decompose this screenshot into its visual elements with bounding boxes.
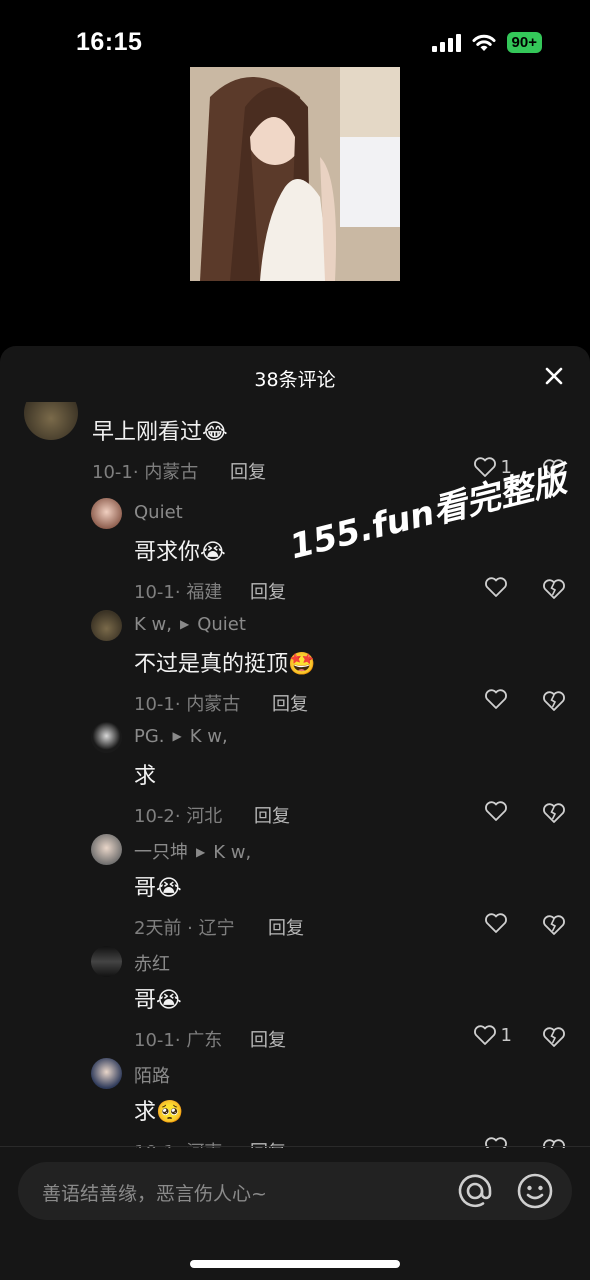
comment-reply-item: 一只坤 ▶ K w, 哥😭 2天前 · 辽宁 回复 — [0, 834, 590, 946]
reply-button[interactable]: 回复 — [272, 690, 308, 716]
heart-icon — [473, 1025, 496, 1045]
avatar[interactable] — [24, 402, 78, 440]
like-button[interactable] — [484, 912, 512, 934]
comment-username[interactable]: K w, ▶ Quiet — [134, 614, 246, 635]
reply-button[interactable]: 回复 — [230, 458, 266, 484]
comment-reply-item: PG. ▶ K w, 求 10-2· 河北 回复 — [0, 722, 590, 834]
divider — [0, 1146, 590, 1147]
comments-title: 38条评论 — [254, 369, 336, 391]
emoji: 😭 — [200, 540, 226, 565]
heart-icon — [485, 801, 507, 821]
reply-button[interactable]: 回复 — [254, 802, 290, 828]
comment-text: 求🥺 — [134, 1100, 184, 1125]
reply-button[interactable]: 回复 — [268, 914, 304, 940]
comment-username[interactable]: 一只坤 ▶ K w, — [134, 838, 251, 864]
reply-arrow-icon: ▶ — [179, 617, 190, 631]
avatar[interactable] — [91, 1058, 122, 1089]
heart-icon — [485, 689, 507, 709]
avatar[interactable] — [91, 610, 122, 641]
comment-input[interactable]: 善语结善缘，恶言伤人心~ — [18, 1162, 572, 1220]
comment-meta: 10-1· 内蒙古 — [92, 462, 199, 483]
emoji: 🤩 — [288, 652, 316, 677]
home-indicator[interactable] — [190, 1260, 400, 1268]
comment-text: 哥😭 — [134, 988, 182, 1013]
close-icon[interactable] — [542, 364, 566, 388]
like-button[interactable] — [484, 800, 512, 822]
heart-icon — [485, 913, 507, 933]
like-button[interactable]: 1 — [473, 1024, 512, 1046]
broken-heart-icon[interactable] — [542, 914, 566, 936]
comment-text: 早上刚看过😂 — [92, 420, 228, 445]
like-button[interactable] — [484, 688, 512, 710]
comment-meta: 10-1· 福建 — [134, 582, 223, 603]
battery-icon: 90+ — [506, 32, 542, 53]
comment-meta: 10-2· 河北 — [134, 806, 223, 827]
broken-heart-icon[interactable] — [542, 1026, 566, 1048]
comment-text: 求 — [134, 764, 157, 789]
emoji: 😭 — [156, 876, 182, 901]
sheet-header: 38条评论 — [0, 346, 590, 406]
comment-reply-item: 赤红 哥😭 10-1· 广东 回复 1 — [0, 946, 590, 1058]
reply-button[interactable]: 回复 — [250, 1026, 286, 1052]
signal-icon — [431, 33, 461, 52]
comment-text: 哥求你😭 — [134, 540, 226, 565]
comment-text: 哥😭 — [134, 876, 182, 901]
photo-illustration — [190, 67, 400, 281]
avatar[interactable] — [91, 722, 122, 753]
comment-meta: 2天前 · 辽宁 — [134, 918, 235, 939]
comment-input-placeholder: 善语结善缘，恶言伤人心~ — [42, 1183, 267, 1205]
battery-level: 90+ — [511, 34, 537, 51]
status-icons: 90+ — [431, 32, 542, 53]
avatar[interactable] — [91, 498, 122, 529]
emoji: 😭 — [156, 988, 182, 1013]
like-count: 1 — [500, 1024, 512, 1046]
comment-reply-item: K w, ▶ Quiet 不过是真的挺顶🤩 10-1· 内蒙古 回复 — [0, 610, 590, 722]
reply-arrow-icon: ▶ — [196, 845, 206, 859]
status-time: 16:15 — [76, 28, 143, 56]
heart-icon — [485, 577, 507, 597]
comment-username[interactable]: Quiet — [134, 502, 183, 523]
reply-arrow-icon: ▶ — [172, 729, 182, 743]
emoji: 🥺 — [156, 1100, 184, 1125]
comment-reply-item: 陌路 求🥺 10-1· 河南 回复 — [0, 1058, 590, 1148]
wifi-icon — [472, 34, 496, 51]
broken-heart-icon[interactable] — [542, 690, 566, 712]
at-icon[interactable] — [456, 1172, 494, 1210]
like-button[interactable] — [484, 576, 512, 598]
comment-username[interactable]: PG. ▶ K w, — [134, 726, 228, 747]
comment-text: 不过是真的挺顶🤩 — [134, 652, 316, 677]
comment-username[interactable]: 陌路 — [134, 1062, 170, 1088]
smiley-icon[interactable] — [516, 1172, 554, 1210]
avatar[interactable] — [91, 834, 122, 865]
avatar[interactable] — [91, 946, 122, 977]
comment-meta: 10-1· 内蒙古 — [134, 694, 241, 715]
reply-button[interactable]: 回复 — [250, 578, 286, 604]
emoji: 😂 — [202, 420, 228, 445]
broken-heart-icon[interactable] — [542, 578, 566, 600]
comment-username[interactable]: 赤红 — [134, 950, 170, 976]
comment-meta: 10-1· 广东 — [134, 1030, 223, 1051]
broken-heart-icon[interactable] — [542, 802, 566, 824]
post-photo[interactable] — [190, 67, 400, 281]
